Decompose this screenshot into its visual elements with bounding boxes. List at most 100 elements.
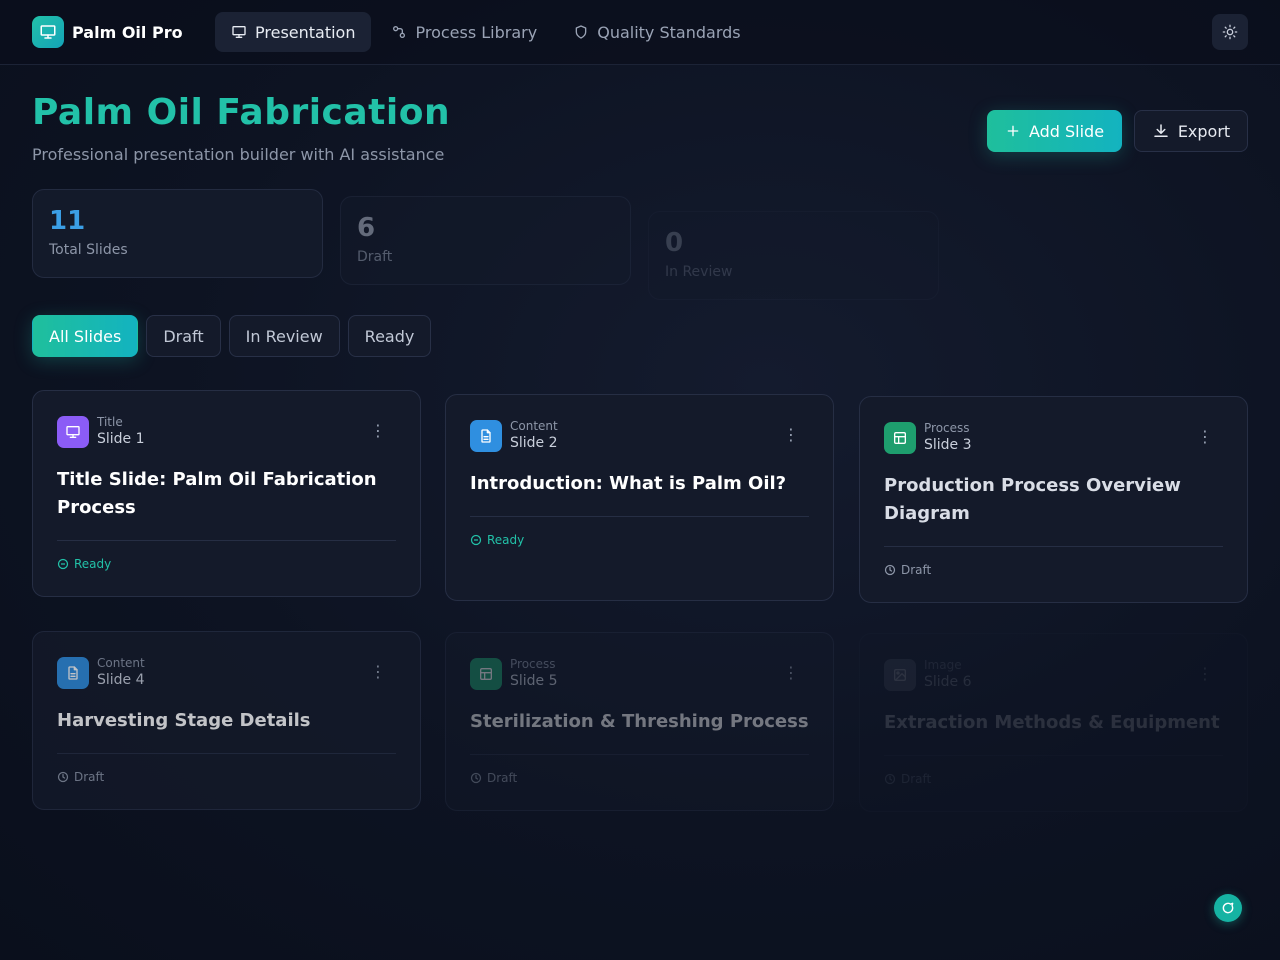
status-badge: Draft	[884, 772, 1223, 786]
slide-title: Production Process Overview Diagram	[884, 475, 1181, 524]
slide-number: Slide 2	[510, 435, 558, 451]
status-label: Ready	[487, 533, 525, 547]
divider	[884, 546, 1223, 547]
nav-item-quality-standards[interactable]: Quality Standards	[557, 12, 756, 52]
slide-filters: All Slides Draft In Review Ready	[32, 315, 432, 357]
top-navigation-bar: Palm Oil Pro Presentation Process Librar…	[0, 0, 1280, 65]
status-label: Draft	[74, 770, 105, 784]
slide-card[interactable]: Process Slide 3 ⋮ Production Process Ove…	[859, 396, 1248, 603]
slide-card[interactable]: Image Slide 6 ⋮ Extraction Methods & Equ…	[859, 633, 1248, 812]
clock-icon	[884, 564, 896, 576]
divider	[470, 516, 809, 517]
clock-icon	[884, 773, 896, 785]
nav-item-label: Process Library	[415, 22, 538, 42]
stat-total-slides: 11 Total Slides	[32, 189, 323, 278]
presentation-logo-icon	[32, 16, 64, 48]
main-nav: Presentation Process Library Quality Sta…	[215, 12, 757, 52]
plus-icon	[1007, 125, 1019, 137]
stat-draft: 6 Draft	[340, 196, 631, 285]
slide-type: Image	[924, 658, 962, 672]
status-label: Draft	[487, 771, 518, 785]
stat-label: In Review	[665, 264, 733, 280]
export-label: Export	[1177, 121, 1231, 141]
add-slide-button[interactable]: Add Slide	[987, 110, 1122, 152]
document-icon	[470, 419, 502, 452]
stat-label: Total Slides	[49, 242, 128, 258]
more-options-icon[interactable]: ⋮	[370, 664, 386, 680]
slide-number: Slide 6	[924, 674, 972, 690]
slide-type: Content	[510, 419, 558, 433]
nav-item-label: Presentation	[255, 22, 356, 42]
brand[interactable]: Palm Oil Pro	[32, 16, 183, 48]
slide-number: Slide 1	[97, 431, 145, 447]
status-badge: Ready	[470, 533, 809, 547]
check-circle-icon	[57, 558, 69, 570]
status-label: Draft	[901, 563, 932, 577]
filter-draft[interactable]: Draft	[146, 315, 221, 357]
slide-card[interactable]: Content Slide 4 ⋮ Harvesting Stage Detai…	[32, 631, 421, 810]
download-icon	[1154, 124, 1168, 137]
status-badge: Draft	[57, 770, 396, 784]
more-options-icon[interactable]: ⋮	[1197, 666, 1213, 682]
brand-name: Palm Oil Pro	[72, 22, 183, 42]
more-options-icon[interactable]: ⋮	[370, 423, 386, 439]
page-subtitle: Professional presentation builder with A…	[32, 145, 445, 164]
nav-item-process-library[interactable]: Process Library	[375, 12, 553, 52]
layout-icon	[470, 657, 502, 690]
slide-title: Introduction: What is Palm Oil?	[470, 473, 787, 494]
nav-item-label: Quality Standards	[597, 22, 741, 42]
process-icon	[393, 25, 406, 38]
clock-icon	[57, 771, 69, 783]
check-circle-icon	[470, 534, 482, 546]
document-icon	[57, 656, 89, 689]
stat-value: 6	[357, 213, 376, 243]
slide-type: Process	[510, 657, 556, 671]
filter-ready[interactable]: Ready	[347, 315, 432, 357]
layout-icon	[884, 421, 916, 454]
chat-bubble-icon	[1222, 902, 1234, 914]
slide-type: Title	[97, 415, 123, 429]
image-icon	[884, 658, 916, 691]
slide-title: Sterilization & Threshing Process	[470, 711, 809, 732]
filter-all-slides[interactable]: All Slides	[32, 315, 139, 357]
divider	[57, 540, 396, 541]
export-button[interactable]: Export	[1134, 110, 1248, 152]
more-options-icon[interactable]: ⋮	[783, 665, 799, 681]
slide-number: Slide 5	[510, 673, 558, 689]
status-badge: Draft	[884, 563, 1223, 577]
divider	[470, 754, 809, 755]
stat-value: 11	[49, 206, 86, 236]
slide-type: Content	[97, 656, 145, 670]
sun-icon	[1222, 24, 1238, 40]
nav-item-presentation[interactable]: Presentation	[215, 12, 372, 52]
ai-assistant-button[interactable]	[1214, 894, 1242, 922]
stat-value: 0	[665, 228, 684, 258]
slide-number: Slide 4	[97, 672, 145, 688]
presentation-icon	[232, 26, 246, 38]
presentation-icon	[57, 415, 89, 448]
slide-card[interactable]: Process Slide 5 ⋮ Sterilization & Thresh…	[445, 632, 834, 811]
filter-in-review[interactable]: In Review	[228, 315, 340, 357]
more-options-icon[interactable]: ⋮	[1197, 429, 1213, 445]
slide-card[interactable]: Content Slide 2 ⋮ Introduction: What is …	[445, 394, 834, 601]
slide-card[interactable]: Title Slide 1 ⋮ Title Slide: Palm Oil Fa…	[32, 390, 421, 597]
clock-icon	[470, 772, 482, 784]
page-title: Palm Oil Fabrication	[32, 92, 451, 133]
shield-icon	[575, 25, 587, 39]
stat-label: Draft	[357, 249, 393, 265]
stat-in-review: 0 In Review	[648, 211, 939, 300]
slide-title: Harvesting Stage Details	[57, 710, 311, 731]
status-badge: Ready	[57, 557, 396, 571]
slide-type: Process	[924, 421, 970, 435]
status-badge: Draft	[470, 771, 809, 785]
slide-title: Extraction Methods & Equipment	[884, 712, 1220, 733]
slide-number: Slide 3	[924, 437, 972, 453]
add-slide-label: Add Slide	[1028, 121, 1105, 141]
divider	[57, 753, 396, 754]
status-label: Ready	[74, 557, 112, 571]
slide-title: Title Slide: Palm Oil Fabrication Proces…	[57, 469, 377, 518]
more-options-icon[interactable]: ⋮	[783, 427, 799, 443]
divider	[884, 755, 1223, 756]
status-label: Draft	[901, 772, 932, 786]
theme-toggle-button[interactable]	[1212, 14, 1248, 50]
